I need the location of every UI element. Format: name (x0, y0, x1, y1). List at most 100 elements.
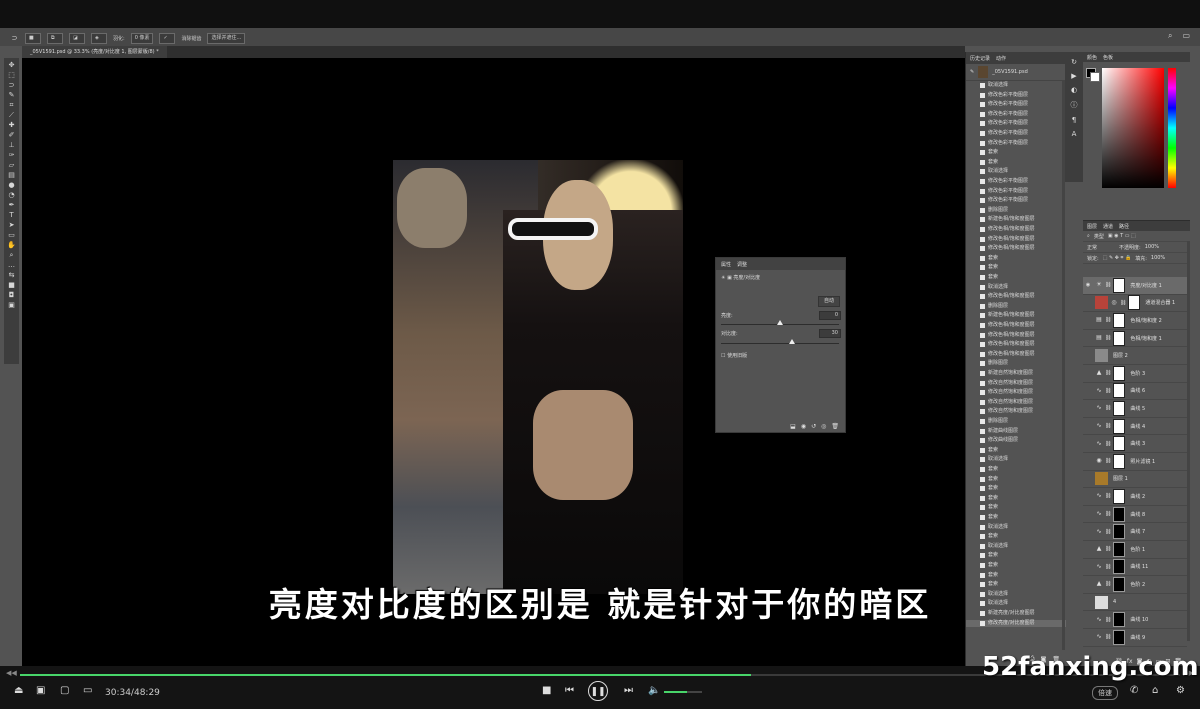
history-item[interactable]: 修改色彩平衡图层 (966, 120, 1066, 127)
marquee-tool-icon[interactable]: ⬚ (7, 71, 16, 79)
tab-layers[interactable]: 图层 (1087, 223, 1097, 230)
history-item[interactable]: 新建色相/饱和度图层 (966, 216, 1066, 223)
character-icon[interactable]: A (1072, 130, 1077, 138)
history-item[interactable]: 修改色相/饱和度图层 (966, 293, 1066, 300)
history-item[interactable]: 新建色相/饱和度图层 (966, 312, 1066, 319)
blend-mode-select[interactable]: 正常 (1087, 244, 1097, 251)
visibility-icon[interactable]: ◎ (821, 423, 826, 430)
layer-mask-thumbnail[interactable] (1113, 383, 1126, 399)
history-item[interactable]: 修改色彩平衡图层 (966, 92, 1066, 99)
history-item[interactable]: 修改自然饱和度图层 (966, 399, 1066, 406)
info-icon[interactable]: ⓘ (1071, 100, 1078, 110)
history-item[interactable]: 取消选择 (966, 168, 1066, 175)
tab-swatches[interactable]: 色板 (1103, 54, 1113, 61)
history-item[interactable]: 修改色彩平衡图层 (966, 188, 1066, 195)
history-item[interactable]: 套索 (966, 504, 1066, 511)
history-item[interactable]: 修改曲线图层 (966, 437, 1066, 444)
layer-row[interactable]: ▤ ⛓ 色相/饱和度 2 (1083, 312, 1187, 330)
layer-mask-thumbnail[interactable] (1113, 488, 1126, 504)
layer-row[interactable]: ◉ ⛓ 照片滤镜 1 (1083, 453, 1187, 471)
quick-select-tool-icon[interactable]: ✎ (7, 91, 16, 99)
comment-icon[interactable]: ▢ (60, 685, 69, 696)
layer-row[interactable]: ◉ ☀ ⛓ 亮度/对比度 1 (1083, 277, 1187, 295)
history-item[interactable]: 套索 (966, 514, 1066, 521)
history-item[interactable]: 套索 (966, 149, 1066, 156)
history-item[interactable]: 取消选择 (966, 82, 1066, 89)
legacy-checkbox[interactable]: ☐ (721, 353, 725, 359)
clip-icon[interactable]: ⬓ (790, 423, 796, 430)
rewind-icon[interactable]: ◀◀ (6, 669, 17, 677)
layer-mask-thumbnail[interactable] (1113, 453, 1126, 469)
history-item[interactable]: 修改色相/饱和度图层 (966, 245, 1066, 252)
brightness-slider-thumb[interactable] (777, 320, 783, 325)
history-item[interactable]: 套索 (966, 562, 1066, 569)
settings-icon[interactable]: ⚙ (1176, 685, 1185, 696)
layer-mask-thumbnail[interactable] (1113, 312, 1126, 328)
brightness-slider[interactable] (721, 320, 839, 325)
stop-icon[interactable]: ■ (542, 685, 551, 696)
healing-tool-icon[interactable]: ✚ (7, 121, 16, 129)
contrast-slider-thumb[interactable] (788, 339, 795, 344)
volume-icon[interactable]: 🔈 (648, 685, 660, 696)
history-item[interactable]: 套索 (966, 485, 1066, 492)
history-item[interactable]: 套索 (966, 264, 1066, 271)
gradient-tool-icon[interactable]: ▤ (7, 171, 16, 179)
trash-icon[interactable]: 🗑 (831, 423, 839, 430)
history-item[interactable]: 修改色相/饱和度图层 (966, 322, 1066, 329)
type-tool-icon[interactable]: T (7, 211, 16, 219)
next-icon[interactable]: ⏭ (624, 685, 633, 696)
history-item[interactable]: 套索 (966, 255, 1066, 262)
history-item[interactable]: 取消选择 (966, 524, 1066, 531)
layer-mask-thumbnail[interactable] (1113, 629, 1126, 645)
stamp-tool-icon[interactable]: ⊥ (7, 141, 16, 149)
history-item[interactable]: 套索 (966, 466, 1066, 473)
subtract-selection-button[interactable]: ◪ (69, 32, 85, 44)
lock-icons[interactable]: ⬚ ✎ ✥ ⌗ 🔒 (1103, 255, 1132, 261)
history-brush-icon[interactable]: ✑ (7, 151, 16, 159)
lasso-icon[interactable]: ⊃ (10, 34, 19, 42)
move-tool-icon[interactable]: ✥ (7, 61, 16, 69)
layer-row[interactable]: ∿ ⛓ 曲线 2 (1083, 488, 1187, 506)
visibility-eye-icon[interactable]: ◉ (1083, 282, 1093, 288)
contrast-slider[interactable] (721, 339, 839, 344)
history-item[interactable]: 修改色相/饱和度图层 (966, 236, 1066, 243)
history-item[interactable]: 套索 (966, 552, 1066, 559)
document-tab[interactable]: _05V1591.psd @ 33.3% (亮度/对比度 1, 图层蒙版/8) … (22, 46, 167, 58)
history-item[interactable]: 取消选择 (966, 284, 1066, 291)
phone-icon[interactable]: ✆ (1130, 685, 1138, 696)
history-item[interactable]: 删除图层 (966, 303, 1066, 310)
history-item[interactable]: 删除图层 (966, 207, 1066, 214)
reset-icon[interactable]: ↺ (811, 423, 816, 430)
crop-tool-icon[interactable]: ⌗ (7, 101, 16, 109)
quick-mask-icon[interactable]: ◘ (7, 291, 16, 299)
layer-row[interactable]: ∿ ⛓ 曲线 6 (1083, 383, 1187, 401)
layer-mask-thumbnail[interactable] (1113, 365, 1126, 381)
history-item[interactable]: 修改自然饱和度图层 (966, 408, 1066, 415)
legacy-row[interactable]: ☐ 使用旧版 (721, 352, 747, 359)
history-item[interactable]: 修改色彩平衡图层 (966, 111, 1066, 118)
kind-select[interactable]: 类型 (1094, 233, 1104, 240)
layer-mask-thumbnail[interactable] (1113, 506, 1126, 522)
history-item[interactable]: 修改色相/饱和度图层 (966, 332, 1066, 339)
history-item[interactable]: 修改自然饱和度图层 (966, 380, 1066, 387)
eject-icon[interactable]: ⏏ (14, 685, 23, 696)
tab-channels[interactable]: 通道 (1103, 223, 1113, 230)
eyedropper-tool-icon[interactable]: ⟋ (7, 111, 16, 119)
layer-mask-thumbnail[interactable] (1128, 295, 1141, 311)
history-item[interactable]: 套索 (966, 447, 1066, 454)
history-item[interactable]: 修改色彩平衡图层 (966, 178, 1066, 185)
history-panel-icon[interactable]: ↻ (1071, 58, 1077, 66)
history-item[interactable]: 套索 (966, 159, 1066, 166)
path-select-tool-icon[interactable]: ➤ (7, 221, 16, 229)
dodge-tool-icon[interactable]: ◔ (7, 191, 16, 199)
layer-row[interactable]: ▲ ⛓ 色阶 3 (1083, 365, 1187, 383)
foreground-color-swatch[interactable]: ■ (7, 281, 16, 289)
history-item[interactable]: 套索 (966, 274, 1066, 281)
hand-tool-icon[interactable]: ✋ (7, 241, 16, 249)
lasso-tool-icon[interactable]: ⊃ (7, 81, 16, 89)
hue-slider[interactable] (1168, 68, 1176, 188)
history-item[interactable]: 套索 (966, 533, 1066, 540)
feather-input[interactable]: 0 像素 (130, 32, 154, 44)
layer-mask-thumbnail[interactable] (1113, 559, 1126, 575)
history-item[interactable]: 取消选择 (966, 543, 1066, 550)
